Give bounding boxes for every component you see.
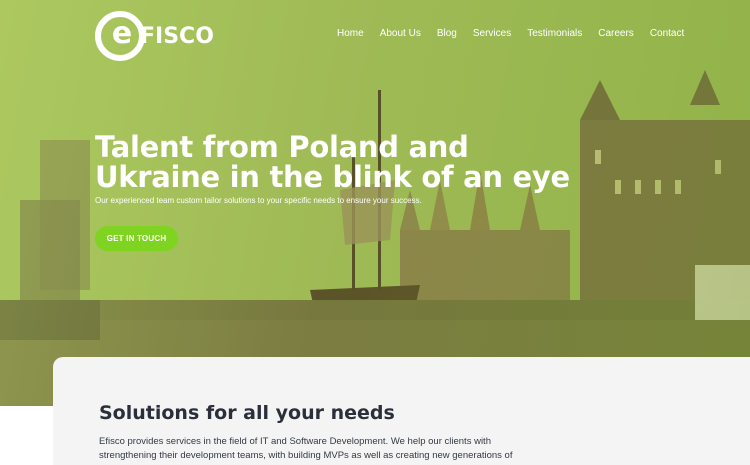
hero-section: e FISCO Home About Us Blog Services Test… bbox=[0, 0, 750, 406]
hero-subtitle: Our experienced team custom tailor solut… bbox=[95, 196, 422, 205]
main-nav: Home About Us Blog Services Testimonials… bbox=[337, 28, 684, 40]
nav-item-about-us[interactable]: About Us bbox=[380, 28, 421, 40]
section-body: Efisco provides services in the field of… bbox=[99, 436, 513, 465]
efisco-logo[interactable]: e FISCO bbox=[95, 11, 214, 61]
hero-title: Talent from Poland and Ukraine in the bl… bbox=[95, 130, 570, 194]
nav-item-home[interactable]: Home bbox=[337, 28, 364, 40]
nav-item-contact[interactable]: Contact bbox=[650, 28, 684, 40]
logo-letter: e bbox=[111, 16, 133, 51]
nav-item-services[interactable]: Services bbox=[473, 28, 511, 40]
nav-item-blog[interactable]: Blog bbox=[437, 28, 457, 40]
nav-item-testimonials[interactable]: Testimonials bbox=[527, 28, 582, 40]
nav-item-careers[interactable]: Careers bbox=[598, 28, 634, 40]
section-title: Solutions for all your needs bbox=[99, 402, 395, 424]
page: e FISCO Home About Us Blog Services Test… bbox=[0, 0, 750, 465]
solutions-section: Solutions for all your needs Efisco prov… bbox=[53, 357, 750, 465]
get-in-touch-button[interactable]: GET IN TOUCH bbox=[95, 226, 178, 251]
logo-text: FISCO bbox=[140, 24, 214, 49]
